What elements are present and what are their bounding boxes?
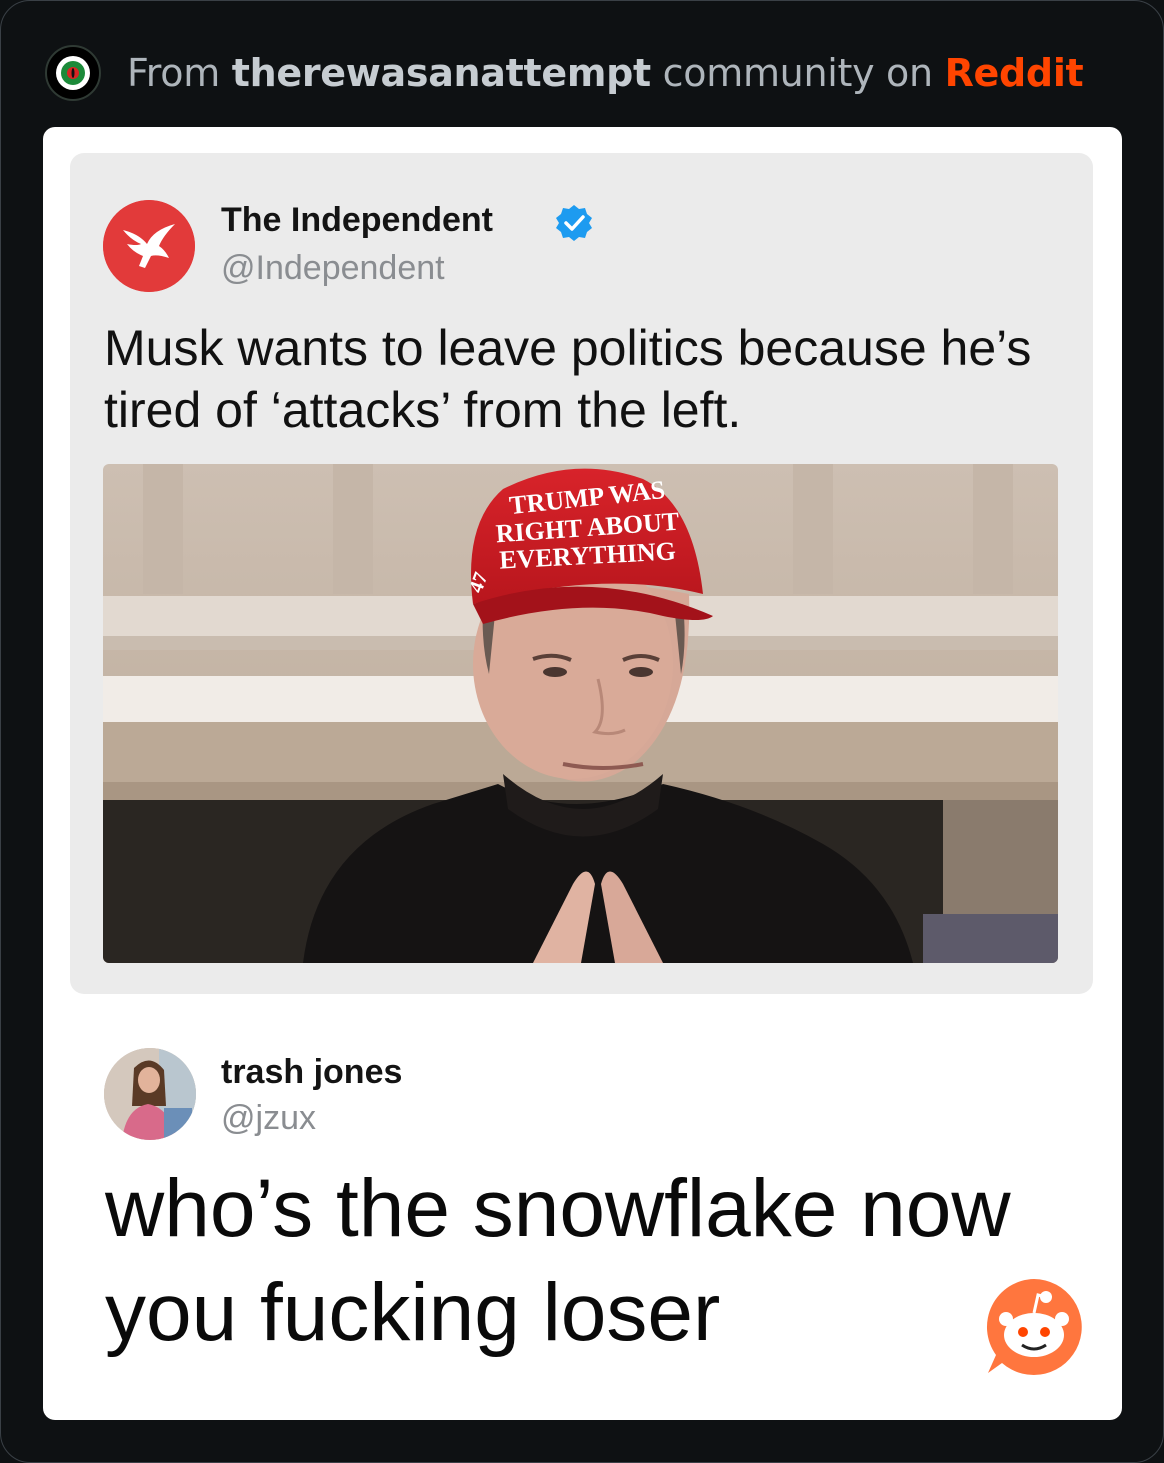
reply-tweet-text: who’s the snowflake now you fucking lose… [105,1163,1011,1358]
subreddit-eye-icon[interactable] [45,45,101,101]
header-prefix: From [127,51,232,95]
tweet-text: Musk wants to leave politics because he’… [104,320,1032,438]
reddit-link[interactable]: Reddit [945,51,1084,95]
tweet-author-name: trash jones [221,1053,403,1091]
share-header: From therewasanattempt community on Redd… [45,43,1084,103]
share-frame: From therewasanattempt community on Redd… [0,0,1164,1463]
share-source-text: From therewasanattempt community on Redd… [127,51,1084,95]
tweet-author-handle: @Independent [221,249,445,287]
independent-eagle-avatar [103,200,195,292]
post-image-card[interactable]: The Independent @Independent Musk wants … [43,127,1122,1420]
verified-badge-icon [554,203,594,243]
tweet-photo: TRUMP WAS RIGHT ABOUT EVERYTHING 47 [103,464,1058,963]
header-middle: community on [650,51,945,95]
trash-jones-avatar [104,1048,196,1140]
tweet-author-name: The Independent [221,201,493,239]
community-name-link[interactable]: therewasanattempt [232,51,651,95]
tweet-author-handle: @jzux [221,1099,316,1137]
quoted-tweet: The Independent @Independent Musk wants … [70,153,1093,994]
reddit-snoo-icon [982,1275,1086,1379]
